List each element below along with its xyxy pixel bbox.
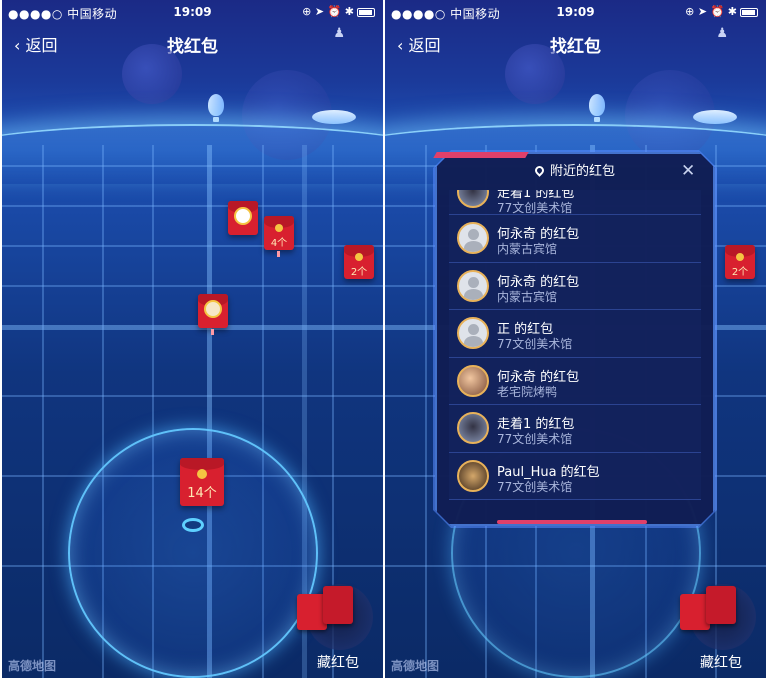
planet-decoration xyxy=(505,44,565,104)
list-item[interactable]: 何永奇 的红包 老宅院烤鸭 xyxy=(449,357,701,405)
red-packet-marker-main[interactable]: 14个 xyxy=(180,458,224,506)
nearby-screen: ●●●●○ 中国移动 19:09 ⊕ ➤ ⏰ ✱ ‹ 返回 找红包 ♟ 2个 附… xyxy=(385,0,766,678)
page-title: 找红包 xyxy=(167,37,218,57)
avatar xyxy=(457,190,489,208)
avatar xyxy=(457,364,489,397)
nearby-panel-header: 附近的红包 xyxy=(435,160,715,186)
battery-icon xyxy=(740,7,758,17)
penguin-icon: ♟ xyxy=(333,26,345,41)
list-item-place: 77文创美术馆 xyxy=(497,432,573,446)
nearby-panel-title: 附近的红包 xyxy=(549,164,615,179)
avatar xyxy=(457,412,489,444)
penguin-icon: ♟ xyxy=(716,26,728,41)
nav-bar: ‹ 返回 找红包 ♟ xyxy=(385,26,766,58)
packet-count: 2个 xyxy=(350,267,368,278)
panel-accent xyxy=(433,152,529,158)
list-item-place: 77文创美术馆 xyxy=(497,337,573,351)
nearby-list[interactable]: 走着1 的红包 77文创美术馆 何永奇 的红包 内蒙古宾馆 何永奇 的红包 内蒙… xyxy=(449,190,701,514)
list-item[interactable]: 走着1 的红包 77文创美术馆 xyxy=(449,405,701,453)
map-screen: ●●●●○ 中国移动 19:09 ⊕ ➤ ⏰ ✱ ‹ 返回 找红包 ♟ 4个 2… xyxy=(2,0,383,678)
list-item-place: 77文创美术馆 xyxy=(497,479,573,494)
packet-count: 4个 xyxy=(270,238,288,249)
avatar xyxy=(457,317,489,349)
list-item[interactable]: Paul_Hua 的红包 77文创美术馆 xyxy=(449,452,701,500)
red-packet-marker[interactable]: 2个 xyxy=(725,245,755,279)
coin-icon xyxy=(355,253,363,261)
red-packet-marker[interactable] xyxy=(228,201,258,235)
avatar xyxy=(204,300,222,318)
status-icons: ⊕ ➤ ⏰ ✱ xyxy=(685,5,758,18)
packet-count: 14个 xyxy=(187,486,217,501)
app-comparison: ●●●●○ 中国移动 19:09 ⊕ ➤ ⏰ ✱ ‹ 返回 找红包 ♟ 4个 2… xyxy=(0,0,768,680)
packet-count: 2个 xyxy=(731,267,749,278)
list-item-place: 老宅院烤鸭 xyxy=(497,384,558,399)
user-location-icon xyxy=(182,518,204,532)
list-item-place: 内蒙古宾馆 xyxy=(497,289,558,304)
battery-icon xyxy=(357,7,375,17)
status-icons-glyphs: ⊕ ➤ ⏰ ✱ xyxy=(685,5,737,18)
avatar xyxy=(234,207,252,225)
hide-packet-label: 藏红包 xyxy=(317,655,359,671)
status-icons: ⊕ ➤ ⏰ ✱ xyxy=(302,5,375,18)
red-packet-marker[interactable] xyxy=(198,294,228,328)
list-item[interactable]: 何永奇 的红包 内蒙古宾馆 xyxy=(449,262,701,310)
page-title: 找红包 xyxy=(550,37,601,57)
planet-decoration xyxy=(122,44,182,104)
blimp-icon xyxy=(312,110,356,124)
hide-packet-label: 藏红包 xyxy=(700,655,742,671)
status-bar: ●●●●○ 中国移动 19:09 ⊕ ➤ ⏰ ✱ xyxy=(385,0,766,24)
red-packet-icon xyxy=(706,586,736,624)
location-pin-icon xyxy=(533,164,546,177)
list-item[interactable]: 何永奇 的红包 内蒙古宾馆 xyxy=(449,215,701,263)
close-icon[interactable]: ✕ xyxy=(681,161,695,181)
coin-icon xyxy=(197,469,207,479)
status-bar: ●●●●○ 中国移动 19:09 ⊕ ➤ ⏰ ✱ xyxy=(2,0,383,24)
red-packet-marker[interactable]: 4个 xyxy=(264,216,294,250)
coin-icon xyxy=(275,224,283,232)
avatar xyxy=(457,222,489,254)
list-item[interactable]: 正 的红包 77文创美术馆 xyxy=(449,310,701,358)
coin-icon xyxy=(736,253,744,261)
status-icons-glyphs: ⊕ ➤ ⏰ ✱ xyxy=(302,5,354,18)
balloon-icon xyxy=(208,94,224,122)
hide-packet-button[interactable]: 藏红包 xyxy=(297,576,377,674)
panel-accent xyxy=(497,520,647,524)
red-packet-marker[interactable]: 2个 xyxy=(344,245,374,279)
avatar xyxy=(457,459,489,492)
list-item[interactable]: 走着1 的红包 77文创美术馆 xyxy=(449,190,701,215)
map-watermark: 高德地图 xyxy=(8,659,57,673)
list-item-place: 内蒙古宾馆 xyxy=(497,242,558,256)
hide-packet-button[interactable]: 藏红包 xyxy=(680,576,760,674)
nav-bar: ‹ 返回 找红包 ♟ xyxy=(2,26,383,58)
blimp-icon xyxy=(693,110,737,124)
map-watermark: 高德地图 xyxy=(391,659,440,673)
balloon-icon xyxy=(589,94,605,122)
red-packet-icon xyxy=(323,586,353,624)
list-item-place: 77文创美术馆 xyxy=(497,201,573,215)
avatar xyxy=(457,269,489,302)
